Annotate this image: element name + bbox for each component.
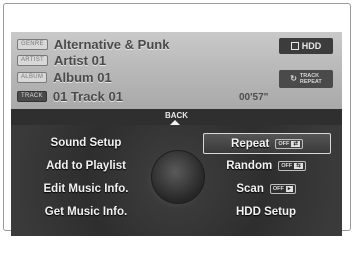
scan-icon: ▸ bbox=[285, 185, 293, 192]
shuffle-icon: ⇆ bbox=[294, 162, 303, 169]
mode-text: TRACK REPEAT bbox=[300, 73, 322, 85]
menu-item-label: HDD Setup bbox=[235, 205, 297, 218]
mode-line2: REPEAT bbox=[299, 79, 322, 85]
genre-text: Alternative & Punk bbox=[53, 36, 170, 52]
menu-item-label: Sound Setup bbox=[50, 136, 122, 149]
album-text: Album 01 bbox=[53, 69, 112, 85]
track-tag: TRACK bbox=[17, 90, 47, 102]
menu-item-label: Random bbox=[226, 159, 273, 172]
menu-item-get-music-info[interactable]: Get Music Info. bbox=[21, 202, 151, 221]
menu-item-label: Edit Music Info. bbox=[43, 182, 129, 195]
random-toggle: OFF ⇆ bbox=[278, 160, 306, 171]
menu-item-label: Repeat bbox=[231, 137, 270, 150]
menu-item-label: Get Music Info. bbox=[44, 205, 128, 218]
mode-badge: ↻ TRACK REPEAT bbox=[279, 70, 333, 88]
elapsed-time: 00'57" bbox=[239, 92, 269, 103]
menu-item-label: Scan bbox=[236, 182, 264, 195]
scan-toggle: OFF ▸ bbox=[269, 183, 296, 194]
repeat-toggle: OFF ⇄ bbox=[275, 138, 303, 149]
audio-screen: GENRE Alternative & Punk ARTIST Artist 0… bbox=[11, 32, 342, 236]
menu-item-hdd-setup[interactable]: HDD Setup bbox=[203, 202, 329, 221]
toggle-state: OFF bbox=[272, 185, 284, 192]
album-tag: ALBUM bbox=[17, 71, 48, 83]
artist-row: ARTIST Artist 01 bbox=[17, 52, 106, 68]
menu-item-scan[interactable]: Scan OFF ▸ bbox=[203, 179, 329, 198]
repeat-icon: ↻ bbox=[290, 74, 297, 83]
track-info-panel: GENRE Alternative & Punk ARTIST Artist 0… bbox=[11, 32, 342, 109]
track-row: TRACK 01 Track 01 bbox=[17, 88, 123, 104]
back-label[interactable]: BACK bbox=[11, 111, 342, 120]
menu-item-random[interactable]: Random OFF ⇆ bbox=[203, 156, 329, 175]
menu-item-sound-setup[interactable]: Sound Setup bbox=[21, 133, 151, 152]
source-label: HDD bbox=[301, 41, 322, 51]
toggle-state: OFF bbox=[281, 162, 293, 169]
toggle-state: OFF bbox=[278, 140, 290, 147]
menu-item-edit-music-info[interactable]: Edit Music Info. bbox=[21, 179, 151, 198]
hdd-icon bbox=[290, 42, 299, 50]
genre-row: GENRE Alternative & Punk bbox=[17, 36, 169, 52]
menu-item-label: Add to Playlist bbox=[46, 159, 126, 172]
track-text: 01 Track 01 bbox=[52, 88, 123, 104]
album-row: ALBUM Album 01 bbox=[17, 69, 112, 85]
source-badge: HDD bbox=[279, 38, 333, 54]
menu-panel: Sound Setup Add to Playlist Edit Music I… bbox=[11, 125, 342, 236]
menu-item-add-to-playlist[interactable]: Add to Playlist bbox=[21, 156, 151, 175]
menu-item-repeat[interactable]: Repeat OFF ⇄ bbox=[203, 133, 331, 154]
genre-tag: GENRE bbox=[17, 38, 48, 50]
artist-text: Artist 01 bbox=[54, 52, 107, 68]
repeat-icon: ⇄ bbox=[291, 140, 300, 147]
artist-tag: ARTIST bbox=[17, 54, 49, 66]
interface-dial[interactable] bbox=[151, 150, 205, 204]
